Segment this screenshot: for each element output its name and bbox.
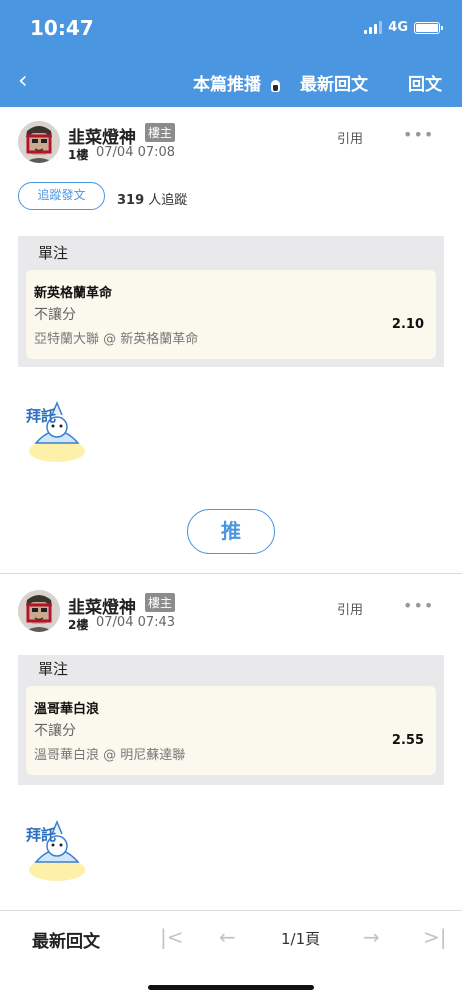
post-2: 韭菜燈神 樓主 2樓 07/04 07:43 引用 ••• 單注 溫哥華白浪 不… (0, 574, 462, 910)
bulb-icon (271, 80, 280, 92)
latest-replies-button[interactable]: 最新回文 (300, 70, 368, 95)
avatar[interactable] (18, 590, 60, 632)
more-icon[interactable]: ••• (403, 125, 434, 144)
pray-sticker-image: 拜託 (26, 401, 85, 462)
pray-sticker: 拜託 (22, 818, 92, 884)
bet-type: 不讓分 (34, 723, 76, 739)
signal-icon (364, 21, 383, 34)
page-indicator[interactable]: 1/1頁 (281, 928, 320, 949)
post-timestamp: 07/04 07:08 (96, 145, 176, 160)
bottom-latest-replies-button[interactable]: 最新回文 (32, 927, 100, 952)
bet-card[interactable]: 新英格蘭革命 不讓分 亞特蘭大聯 @ 新英格蘭革命 2.10 (26, 270, 436, 359)
quote-button[interactable]: 引用 (337, 128, 363, 147)
this-post-push-button[interactable]: 本篇推播 (193, 70, 261, 95)
last-page-icon[interactable]: >| (423, 925, 447, 949)
status-time: 10:47 (30, 16, 94, 40)
bet-odds: 2.10 (391, 317, 424, 332)
bet-title: 單注 (38, 660, 69, 678)
follower-number: 319 (117, 193, 145, 208)
sticker-text: 拜託 (26, 407, 56, 425)
battery-icon (414, 21, 443, 34)
floor-number: 2樓 (68, 618, 89, 632)
avatar-image (18, 590, 60, 632)
bet-team: 新英格蘭革命 (34, 286, 113, 301)
post-1: 韭菜燈神 樓主 1樓 07/04 07:08 引用 ••• 追蹤發文 319 人… (0, 107, 462, 573)
floor-number: 1樓 (68, 148, 89, 162)
push-button[interactable]: 推 (187, 509, 275, 554)
bet-box: 單注 新英格蘭革命 不讓分 亞特蘭大聯 @ 新英格蘭革命 2.10 (18, 236, 444, 367)
quote-button[interactable]: 引用 (337, 599, 363, 618)
home-indicator[interactable] (148, 985, 314, 990)
follow-posts-button[interactable]: 追蹤發文 (18, 182, 105, 210)
owner-badge: 樓主 (145, 593, 176, 612)
bet-match: 亞特蘭大聯 @ 新英格蘭革命 (34, 332, 199, 347)
back-button[interactable]: ‹ (18, 66, 28, 94)
pray-sticker-image: 拜託 (26, 820, 85, 881)
bet-box: 單注 溫哥華白浪 不讓分 溫哥華白浪 @ 明尼蘇達聯 2.55 (18, 655, 444, 785)
first-page-icon[interactable]: |< (160, 925, 184, 949)
pray-sticker: 拜託 (22, 399, 92, 465)
more-icon[interactable]: ••• (403, 596, 434, 615)
bet-type: 不讓分 (34, 307, 76, 323)
bet-match: 溫哥華白浪 @ 明尼蘇達聯 (34, 748, 186, 763)
prev-page-icon[interactable]: ← (219, 925, 236, 949)
follower-count: 319 人追蹤 (117, 189, 187, 208)
bet-odds: 2.55 (391, 733, 424, 748)
bet-team: 溫哥華白浪 (34, 702, 100, 717)
reply-button[interactable]: 回文 (408, 70, 442, 95)
network-type: 4G (388, 20, 408, 35)
follower-suffix: 人追蹤 (148, 193, 188, 208)
nav-bar: ‹ 本篇推播 最新回文 回文 (0, 58, 462, 107)
status-bar: 10:47 4G (0, 0, 462, 58)
bet-card[interactable]: 溫哥華白浪 不讓分 溫哥華白浪 @ 明尼蘇達聯 2.55 (26, 686, 436, 775)
post-timestamp: 07/04 07:43 (96, 615, 176, 630)
owner-badge: 樓主 (145, 123, 176, 142)
bet-title: 單注 (38, 244, 69, 262)
sticker-text: 拜託 (26, 826, 56, 844)
status-indicators: 4G (364, 20, 443, 35)
avatar[interactable] (18, 121, 60, 163)
avatar-image (18, 121, 60, 163)
next-page-icon[interactable]: → (363, 925, 380, 949)
